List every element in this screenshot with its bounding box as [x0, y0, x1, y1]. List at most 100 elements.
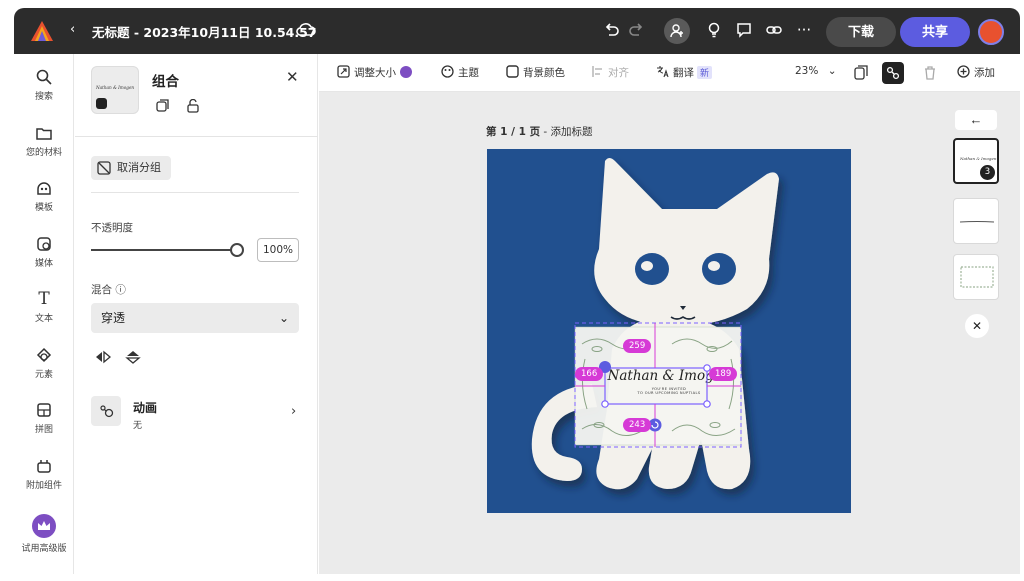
rail-item-media[interactable]: 媒体 [14, 235, 74, 269]
translate-icon [657, 66, 669, 78]
translate-button[interactable]: 翻译新 [656, 65, 713, 80]
crown-icon [32, 514, 56, 538]
page-count-badge: 3 [980, 165, 995, 180]
plus-circle-icon [957, 65, 970, 78]
group-badge-icon [96, 98, 107, 109]
rail-label: 文本 [34, 314, 53, 324]
share-button[interactable]: 共享 [900, 17, 970, 47]
folder-icon [36, 128, 52, 140]
page-thumbnail-1[interactable]: Nathan & Imogen 3 [953, 138, 999, 184]
toolbar: 调整大小 主题 背景颜色 对齐 翻译新 23% ⌄ 添加 [319, 54, 1020, 92]
rail-item-elements[interactable]: 元素 [14, 346, 74, 380]
comment-icon[interactable] [734, 20, 754, 40]
line-thumbnail [959, 221, 995, 223]
chevron-down-icon: ⌄ [278, 311, 289, 325]
avatar[interactable] [978, 19, 1004, 45]
cloud-icon[interactable] [296, 21, 316, 39]
layers-icon[interactable] [853, 65, 869, 81]
lightbulb-icon[interactable] [704, 20, 724, 40]
ungroup-button[interactable]: 取消分组 [91, 156, 171, 180]
document-title[interactable]: 无标题 - 2023年10月11日 10.54.57 [92, 22, 317, 41]
rail-label: 试用高级版 [21, 544, 67, 554]
premium-crown-icon [400, 66, 412, 78]
rail-label: 您的材料 [25, 148, 62, 158]
unlock-icon[interactable] [186, 99, 200, 113]
add-label: 添加 [974, 67, 995, 79]
user-add-icon [670, 24, 683, 38]
zoom-value: 23% [795, 65, 819, 77]
rail-item-addons[interactable]: 附加组件 [14, 457, 74, 491]
resize-button[interactable]: 调整大小 [337, 65, 412, 80]
more-icon[interactable]: ··· [794, 20, 814, 40]
duplicate-icon[interactable] [156, 99, 170, 113]
template-icon [37, 182, 51, 195]
close-icon[interactable]: ✕ [286, 68, 299, 86]
rail-item-search[interactable]: 搜索 [14, 68, 74, 102]
rail-item-materials[interactable]: 您的材料 [14, 124, 74, 158]
zoom-select[interactable]: 23% ⌄ [795, 65, 837, 77]
link-icon[interactable] [764, 20, 784, 40]
download-button[interactable]: 下载 [826, 17, 896, 47]
thumbnail-text: Nathan & Imogen [96, 85, 135, 90]
invite-user-button[interactable] [664, 18, 690, 44]
translate-label: 翻译 [673, 67, 694, 79]
artboard[interactable]: Nathan & Imogen YOU'RE INVITED TO OUR UP… [487, 149, 851, 513]
collapse-pages-button[interactable]: ← [955, 110, 997, 130]
elements-icon [36, 347, 52, 363]
background-color-button[interactable]: 背景颜色 [506, 65, 565, 80]
measure-left: 166 [575, 367, 604, 381]
animation-value: 无 [133, 421, 143, 431]
rail-label: 拼图 [34, 425, 53, 435]
chevron-right-icon[interactable]: › [291, 404, 296, 419]
rail-item-text[interactable]: T 文本 [14, 290, 74, 324]
opacity-slider-track[interactable] [91, 249, 237, 251]
opacity-slider-knob[interactable] [230, 243, 244, 257]
theme-label: 主题 [458, 67, 479, 79]
blend-mode-value: 穿透 [101, 311, 126, 325]
measure-top: 259 [623, 339, 652, 353]
animation-icon [100, 405, 114, 418]
opacity-value-field[interactable]: 100% [257, 238, 299, 262]
align-button[interactable]: 对齐 [591, 65, 629, 80]
rail-item-templates[interactable]: 模板 [14, 179, 74, 213]
divider [91, 192, 299, 193]
rail-item-premium[interactable]: 试用高级版 [14, 514, 74, 554]
close-icon[interactable]: ✕ [965, 314, 989, 338]
flip-vertical-icon[interactable] [125, 350, 141, 364]
back-chevron-icon[interactable]: ‹ [70, 22, 75, 37]
theme-button[interactable]: 主题 [441, 65, 479, 80]
rail-label: 附加组件 [25, 481, 62, 491]
measure-bottom: 243 [623, 418, 652, 432]
resize-icon [337, 65, 350, 78]
chevron-down-icon: ⌄ [827, 65, 837, 77]
trash-icon[interactable] [923, 65, 937, 81]
panel-title: 组合 [152, 74, 179, 90]
group-icon [886, 66, 900, 80]
media-icon [37, 237, 51, 251]
properties-panel: Nathan & Imogen 组合 ✕ 取消分组 不透明度 100% 混合 ⓘ… [75, 54, 318, 574]
group-thumbnail: Nathan & Imogen [91, 66, 139, 114]
new-badge: 新 [697, 66, 713, 79]
palette-icon [441, 65, 454, 78]
rail-label: 媒体 [34, 259, 53, 269]
text-icon: T [38, 289, 50, 309]
flip-horizontal-icon[interactable] [95, 350, 111, 364]
group-toggle-button[interactable] [882, 62, 904, 84]
animation-button[interactable] [91, 396, 121, 426]
page-label[interactable]: 第 1 / 1 页 - 添加标题 [486, 124, 593, 139]
page-thumbnail-3[interactable] [953, 254, 999, 300]
canvas-area: 第 1 / 1 页 - 添加标题 Nathan & Imogen YOU'RE … [319, 92, 1020, 574]
measure-right: 189 [709, 367, 738, 381]
blend-mode-select[interactable]: 穿透 ⌄ [91, 303, 299, 333]
page-thumbnail-2[interactable] [953, 198, 999, 244]
foliage-thumbnail [960, 266, 994, 288]
add-button[interactable]: 添加 [957, 65, 995, 80]
undo-icon[interactable] [602, 20, 622, 40]
rail-item-grid[interactable]: 拼图 [14, 401, 74, 435]
redo-icon[interactable] [626, 20, 646, 40]
selection-overlay [574, 322, 742, 448]
adobe-express-logo[interactable] [31, 21, 53, 41]
rail-label: 模板 [34, 203, 53, 213]
page-thumb-text: Nathan & Imogen [960, 156, 997, 161]
resize-label: 调整大小 [354, 67, 396, 79]
